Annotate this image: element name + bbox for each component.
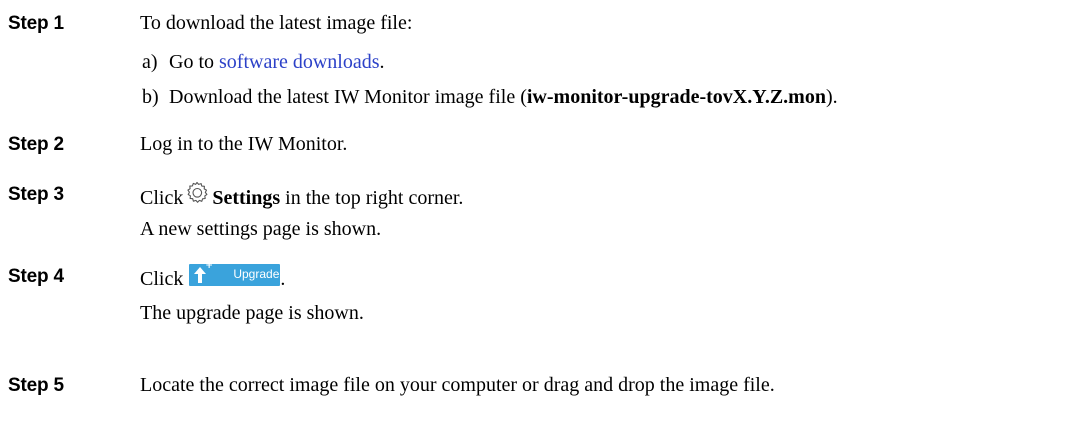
substep-text-end: . [379, 51, 385, 73]
substep-a: a) Go to software downloads. [142, 51, 385, 74]
substep-text-end: ). [825, 86, 838, 108]
filename: iw-monitor-upgrade-tovX.Y.Z.mon [526, 86, 826, 108]
substep-letter: a) [142, 51, 158, 73]
step-result: The upgrade page is shown. [140, 302, 364, 324]
step-result: A new settings page is shown. [140, 218, 382, 240]
step-text: Click Settings in the top right corner. [140, 181, 463, 210]
step-label: Step 2 [8, 134, 64, 155]
step-text: To download the latest image file: [140, 12, 413, 34]
upgrade-button[interactable]: + Upgrade [189, 261, 281, 286]
software-downloads-link[interactable]: software downloads [219, 51, 380, 73]
step-text: Click + Upgrade . [140, 261, 286, 291]
substep-text: Download the latest IW Monitor image fil… [169, 86, 527, 108]
step-text: Locate the correct image file on your co… [140, 374, 775, 396]
step-label: Step 3 [8, 184, 64, 205]
click-text: Click [140, 187, 184, 209]
gear-icon [185, 181, 209, 205]
substep-b: b) Download the latest IW Monitor image f… [142, 86, 838, 109]
step-label: Step 4 [8, 266, 64, 287]
step-label: Step 5 [8, 375, 64, 396]
settings-label: Settings [212, 187, 281, 209]
step-text-end: . [280, 268, 286, 290]
click-text: Click [140, 268, 184, 290]
plus-sign: + [205, 261, 213, 271]
substep-letter: b) [142, 86, 159, 108]
step-label: Step 1 [8, 13, 64, 34]
step-text-end: in the top right corner. [280, 187, 464, 209]
upgrade-button-label: Upgrade [233, 267, 280, 281]
step-text: Log in to the IW Monitor. [140, 133, 348, 155]
substep-text: Go to [169, 51, 219, 73]
